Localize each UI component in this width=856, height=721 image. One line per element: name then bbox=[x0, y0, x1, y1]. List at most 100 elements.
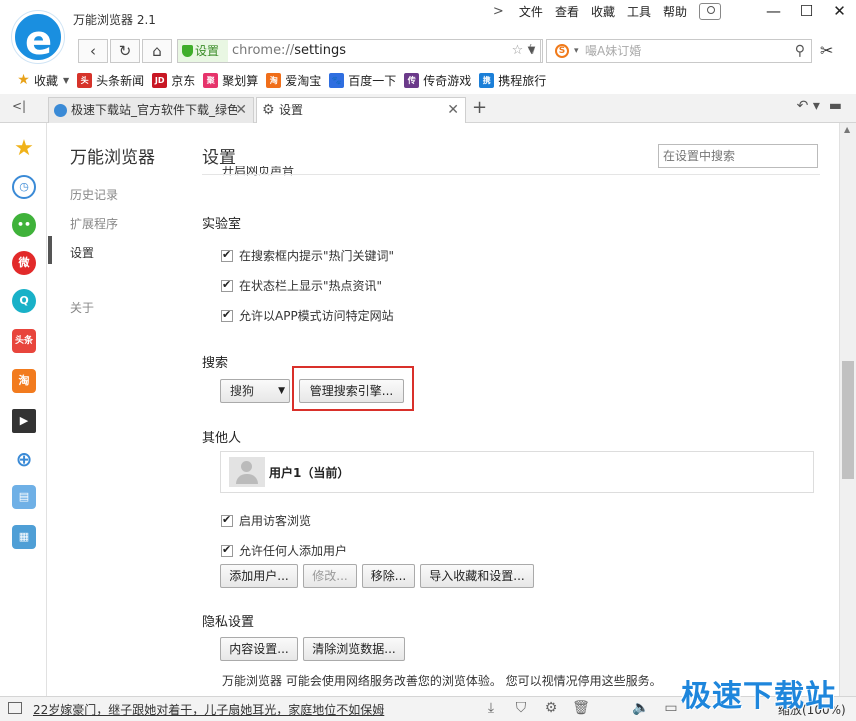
toutiao-icon[interactable]: 头条 bbox=[12, 329, 36, 353]
lab-option-hot-keywords[interactable]: 在搜索框内提示"热门关键词" bbox=[221, 247, 394, 264]
favorites-star-icon[interactable]: ★ bbox=[12, 137, 36, 161]
side-toolbar: ★ ◷ •• 微 Q 头条 淘 ▶ ⊕ ▤ ▦ bbox=[0, 123, 47, 696]
scroll-up-icon[interactable]: ▲ bbox=[844, 125, 850, 134]
address-bar[interactable]: 设置 chrome://settings ☆ ϟ bbox=[177, 39, 541, 63]
close-window-button[interactable]: ✕ bbox=[823, 0, 856, 24]
app-title: 万能浏览器 2.1 bbox=[73, 13, 156, 27]
checkbox-checked[interactable] bbox=[221, 308, 233, 322]
taobao-icon: 淘 bbox=[266, 72, 282, 88]
window-controls: — ☐ ✕ bbox=[757, 0, 856, 24]
calculator-icon[interactable]: ▦ bbox=[12, 525, 36, 549]
wechat-icon[interactable]: •• bbox=[12, 213, 36, 237]
shield-icon[interactable]: ⛉ bbox=[506, 700, 536, 716]
settings-nav-title: 万能浏览器 bbox=[70, 148, 155, 168]
lab-option-hot-news[interactable]: 在状态栏上显示"热点资讯" bbox=[221, 277, 382, 294]
star-icon: ★ bbox=[17, 71, 30, 88]
nav-about[interactable]: 关于 bbox=[70, 299, 94, 316]
favorites-menu[interactable]: ★ 收藏 ▼ bbox=[16, 72, 69, 89]
menu-favorites[interactable]: 收藏 bbox=[585, 3, 621, 20]
bookmark-item[interactable]: 聚聚划算 bbox=[203, 72, 258, 89]
gear-icon: ⚙ bbox=[262, 102, 275, 118]
blank-icon bbox=[596, 700, 626, 716]
menu-file[interactable]: 文件 bbox=[513, 3, 549, 20]
taobao-icon[interactable]: 淘 bbox=[12, 369, 36, 393]
tab-settings[interactable]: ⚙ 设置 ✕ bbox=[256, 97, 466, 124]
bookmark-item[interactable]: 头条头条新闻 bbox=[77, 72, 144, 100]
game-icon: 传 bbox=[404, 72, 420, 88]
menu-view[interactable]: 查看 bbox=[549, 3, 585, 20]
import-bookmarks-button[interactable]: 导入收藏和设置... bbox=[420, 564, 534, 588]
address-dropdown-button[interactable]: ▼ bbox=[521, 39, 543, 63]
status-news-link[interactable]: 22岁嫁豪门，继子跟她对着干，儿子扇她耳光，家庭地位不如保姆 bbox=[33, 701, 384, 718]
tab-download-site[interactable]: 极速下载站_官方软件下载_绿色 ✕ bbox=[48, 97, 254, 123]
web-search-input[interactable]: 嘬A妹订婚 bbox=[585, 40, 641, 62]
lab-option-app-mode[interactable]: 允许以APP模式访问特定网站 bbox=[221, 307, 394, 324]
url-text[interactable]: chrome://settings bbox=[232, 40, 346, 62]
edit-user-button[interactable]: 修改... bbox=[303, 564, 357, 588]
chevron-down-icon[interactable]: ▾ bbox=[574, 40, 579, 62]
bookmark-item[interactable]: 传传奇游戏 bbox=[404, 72, 471, 89]
checkbox-checked[interactable] bbox=[221, 278, 233, 292]
user-list[interactable]: 用户1（当前） bbox=[220, 451, 814, 493]
back-button[interactable]: ‹ bbox=[78, 39, 108, 63]
nav-history[interactable]: 历史记录 bbox=[70, 186, 118, 203]
chevron-right-icon[interactable]: > bbox=[493, 4, 513, 19]
refresh-button[interactable]: ↻ bbox=[110, 39, 140, 63]
bookmark-item[interactable]: 🐾 百度一下 bbox=[329, 72, 396, 89]
settings-search-input[interactable] bbox=[658, 144, 818, 168]
new-tab-button[interactable]: + bbox=[472, 97, 487, 118]
avatar bbox=[229, 457, 265, 487]
minimize-button[interactable]: — bbox=[757, 0, 790, 24]
close-tab-icon[interactable]: ✕ bbox=[235, 98, 247, 123]
guest-browsing-option[interactable]: 启用访客浏览 bbox=[221, 512, 311, 529]
download-icon[interactable]: ⤓ bbox=[476, 700, 506, 716]
menu-tools[interactable]: 工具 bbox=[621, 3, 657, 20]
speaker-icon[interactable]: 🔈 bbox=[626, 700, 656, 716]
history-clock-icon[interactable]: ◷ bbox=[12, 175, 36, 199]
shield-icon bbox=[182, 45, 193, 57]
add-user-button[interactable]: 添加用户... bbox=[220, 564, 298, 588]
secure-badge[interactable]: 设置 bbox=[178, 40, 228, 62]
checkbox-checked[interactable] bbox=[221, 513, 233, 527]
web-search-box[interactable]: S ▾ 嘬A妹订婚 ⚲ bbox=[546, 39, 812, 63]
status-tools: ⤓ ⛉ ⚙ 🗑 🔈 ▭ bbox=[476, 700, 686, 716]
scrollbar-thumb[interactable] bbox=[842, 361, 854, 479]
toutiao-icon: 头条 bbox=[77, 72, 93, 100]
video-film-icon[interactable]: ▶ bbox=[12, 409, 36, 433]
sogou-search-icon[interactable]: S bbox=[555, 44, 569, 58]
lab-section-title: 实验室 bbox=[202, 217, 242, 232]
tab-bar: <| 极速下载站_官方软件下载_绿色 ✕ ⚙ 设置 ✕ + ↶ ▾ ▬ bbox=[0, 94, 856, 124]
notes-icon[interactable]: ▤ bbox=[12, 485, 36, 509]
news-panel-icon[interactable] bbox=[8, 702, 22, 714]
bookmark-item[interactable]: JD 京东 bbox=[152, 72, 195, 89]
home-button[interactable]: ⌂ bbox=[142, 39, 172, 63]
nav-settings[interactable]: 设置 bbox=[70, 244, 94, 261]
close-tab-icon[interactable]: ✕ bbox=[447, 98, 459, 123]
allow-add-user-option[interactable]: 允许任何人添加用户 bbox=[221, 542, 347, 559]
checkbox-checked[interactable] bbox=[221, 543, 233, 557]
gamepad-icon[interactable]: ⊕ bbox=[12, 447, 36, 471]
maximize-button[interactable]: ☐ bbox=[790, 0, 823, 24]
nav-extensions[interactable]: 扩展程序 bbox=[70, 215, 118, 232]
browser-logo: e bbox=[12, 11, 64, 64]
menu-help[interactable]: 帮助 bbox=[657, 3, 693, 20]
user-icon[interactable] bbox=[699, 3, 721, 20]
search-icon[interactable]: ⚲ bbox=[795, 40, 805, 62]
caret-down-icon: ▼ bbox=[63, 75, 70, 85]
checkbox-checked[interactable] bbox=[221, 248, 233, 262]
content-settings-button[interactable]: 内容设置... bbox=[220, 637, 298, 661]
weibo-icon[interactable]: 微 bbox=[12, 251, 36, 275]
search-section-title: 搜索 bbox=[202, 356, 229, 371]
clear-browsing-data-button[interactable]: 清除浏览数据... bbox=[303, 637, 405, 661]
vertical-scrollbar[interactable]: ▲ bbox=[839, 123, 856, 696]
search-circle-icon[interactable]: Q bbox=[12, 289, 36, 313]
bookmark-item[interactable]: 淘爱淘宝 bbox=[266, 72, 321, 89]
collapse-sidebar-icon[interactable]: <| bbox=[12, 99, 26, 113]
search-engine-select[interactable]: 搜狗 ▼ bbox=[220, 379, 290, 403]
remove-user-button[interactable]: 移除... bbox=[362, 564, 415, 588]
gear-icon[interactable]: ⚙ bbox=[536, 700, 566, 716]
scissors-icon[interactable]: ✂ bbox=[820, 41, 833, 60]
undo-close-tab-icon[interactable]: ↶ ▾ ▬ bbox=[797, 98, 842, 114]
bookmark-item[interactable]: 携携程旅行 bbox=[479, 72, 546, 89]
trash-icon[interactable]: 🗑 bbox=[566, 700, 596, 716]
